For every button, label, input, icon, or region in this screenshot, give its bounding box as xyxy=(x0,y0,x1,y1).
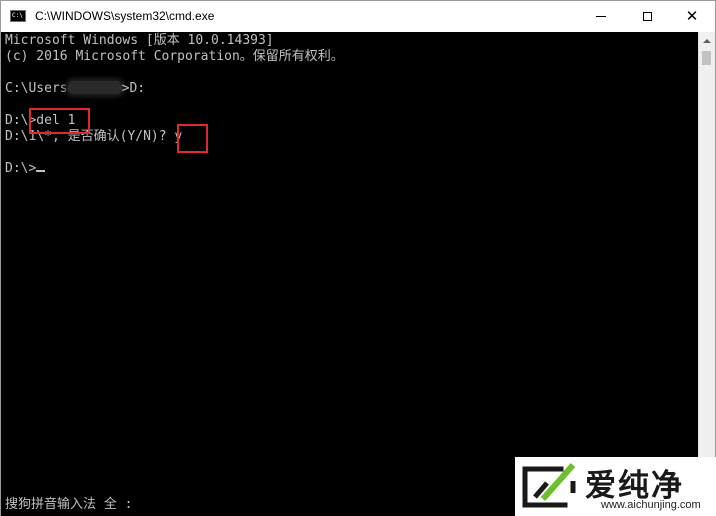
close-button[interactable]: ✕ xyxy=(669,1,715,32)
text-cursor xyxy=(36,170,46,172)
highlight-confirm-answer xyxy=(177,124,208,153)
prompt-users-path: C:\Users xyxy=(5,81,68,96)
close-icon: ✕ xyxy=(685,7,699,25)
scroll-up-button[interactable] xyxy=(699,32,715,49)
console-line-current-prompt: D:\> xyxy=(5,161,46,177)
watermark-logo-icon xyxy=(522,463,576,508)
watermark-url: www.aichunjing.com xyxy=(601,499,701,511)
highlight-del-command xyxy=(29,108,90,134)
minimize-button[interactable] xyxy=(578,1,624,32)
vertical-scrollbar[interactable] xyxy=(698,32,715,516)
current-prompt: D:\> xyxy=(5,161,37,176)
cmd-window: C:\ C:\WINDOWS\system32\cmd.exe ✕ Micros… xyxy=(0,0,716,516)
ime-status-bar: 搜狗拼音输入法 全 : xyxy=(5,497,133,512)
maximize-button[interactable] xyxy=(624,1,670,32)
minimize-icon xyxy=(596,16,606,17)
window-title: C:\WINDOWS\system32\cmd.exe xyxy=(35,9,215,23)
redacted-username xyxy=(67,81,122,94)
console-line-copyright: (c) 2016 Microsoft Corporation。保留所有权利。 xyxy=(5,49,344,64)
prompt-users-command: >D: xyxy=(121,81,146,96)
title-bar[interactable]: C:\ C:\WINDOWS\system32\cmd.exe ✕ xyxy=(1,1,715,32)
scroll-thumb[interactable] xyxy=(702,51,711,65)
maximize-icon xyxy=(642,12,652,21)
chevron-up-icon xyxy=(703,38,711,43)
console-line-version: Microsoft Windows [版本 10.0.14393] xyxy=(5,33,274,48)
console-line-prompt-users: C:\Users >D: xyxy=(5,81,145,97)
console-output[interactable]: Microsoft Windows [版本 10.0.14393] (c) 20… xyxy=(1,32,698,516)
cmd-app-icon[interactable]: C:\ xyxy=(10,10,26,22)
site-watermark: 爱纯净 www.aichunjing.com xyxy=(515,457,716,516)
